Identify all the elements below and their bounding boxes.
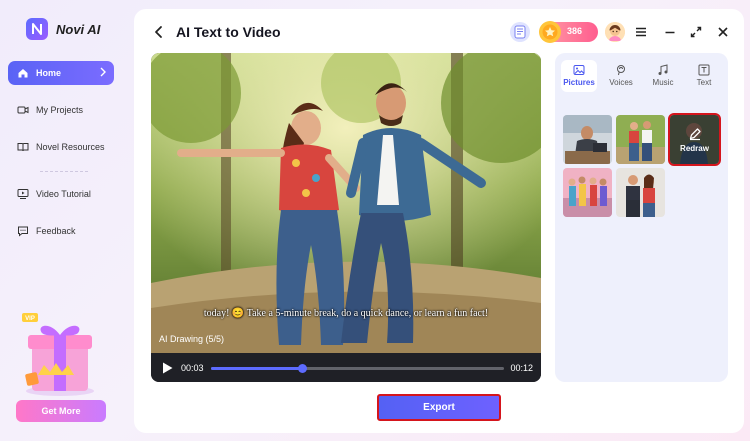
voice-icon	[617, 65, 625, 76]
tab-label: Voices	[609, 78, 633, 87]
video-folder-icon	[17, 106, 29, 114]
sidebar-item-novel-resources[interactable]: Novel Resources	[8, 135, 114, 159]
sidebar-item-feedback[interactable]: Feedback	[8, 219, 114, 243]
tab-voices[interactable]: Voices	[603, 60, 639, 92]
sidebar-item-label: Home	[36, 68, 62, 78]
maximize-icon[interactable]	[688, 24, 704, 40]
tab-label: Pictures	[563, 78, 595, 87]
svg-text:VIP: VIP	[25, 316, 35, 322]
minimize-icon[interactable]	[662, 24, 678, 40]
tab-music[interactable]: Music	[645, 60, 681, 92]
redraw-label: Redraw	[680, 143, 709, 153]
thumbnail-3[interactable]: Redraw	[668, 113, 721, 166]
back-arrow-icon[interactable]	[151, 24, 167, 40]
app-logo-icon	[26, 18, 48, 40]
tab-label: Music	[652, 78, 674, 87]
sidebar-item-label: My Projects	[36, 105, 84, 115]
picture-icon	[573, 65, 585, 75]
user-avatar-icon[interactable]	[510, 22, 530, 42]
brand: Novi AI	[26, 18, 100, 40]
sidebar-item-home[interactable]: Home	[8, 61, 114, 85]
pencil-icon	[689, 127, 701, 140]
progress-fill	[211, 367, 302, 370]
current-time: 00:03	[181, 363, 204, 373]
chevron-right-icon	[100, 67, 106, 77]
sidebar-item-my-projects[interactable]: My Projects	[8, 98, 114, 122]
tutorial-icon	[17, 189, 29, 199]
app-name: Novi AI	[56, 21, 101, 37]
gift-box-promo-icon: VIP	[22, 313, 94, 396]
profile-avatar[interactable]	[605, 22, 625, 42]
assets-panel: Pictures Voices Music Text Redraw	[555, 53, 728, 382]
thumbnail-2[interactable]	[616, 115, 665, 164]
tab-pictures[interactable]: Pictures	[561, 60, 597, 92]
tab-text[interactable]: Text	[686, 60, 722, 92]
progress-track[interactable]	[211, 364, 504, 373]
text-icon	[698, 64, 710, 76]
main-panel: AI Text to Video 386 today! 😊 Take a 5-m…	[134, 9, 744, 433]
couple-walking-image	[616, 115, 665, 164]
group-dancing-image	[563, 168, 612, 217]
video-subtitle: today! 😊 Take a 5-minute break, do a qui…	[203, 308, 489, 319]
close-icon[interactable]	[715, 24, 731, 40]
total-time: 00:12	[510, 363, 533, 373]
coin-medal-icon	[539, 21, 561, 43]
book-icon	[17, 143, 29, 152]
coin-count: 386	[567, 26, 583, 36]
sidebar-divider	[40, 171, 88, 172]
menu-icon[interactable]	[633, 24, 649, 40]
sidebar-item-label: Feedback	[36, 226, 76, 236]
get-more-button[interactable]: Get More	[16, 400, 106, 422]
couple-dancing-image	[616, 168, 665, 217]
thumbnail-5[interactable]	[616, 168, 665, 217]
page-title: AI Text to Video	[176, 24, 281, 40]
progress-thumb[interactable]	[297, 364, 307, 373]
play-icon[interactable]	[162, 362, 173, 374]
sidebar: Novi AI Home My Projects Novel Resources…	[0, 0, 128, 441]
music-icon	[658, 64, 668, 75]
video-player[interactable]: today! 😊 Take a 5-minute break, do a qui…	[151, 53, 541, 382]
feedback-icon	[18, 226, 28, 237]
home-icon	[18, 69, 28, 78]
ai-drawing-caption: AI Drawing (5/5)	[159, 334, 225, 344]
sidebar-item-label: Video Tutorial	[36, 189, 91, 199]
redraw-overlay[interactable]: Redraw	[670, 115, 719, 164]
export-button[interactable]: Export	[377, 394, 501, 421]
sidebar-item-label: Novel Resources	[36, 142, 105, 152]
coin-balance-badge[interactable]: 386	[539, 21, 598, 43]
sidebar-item-video-tutorial[interactable]: Video Tutorial	[8, 182, 114, 206]
player-controls: 00:03 00:12	[151, 353, 541, 382]
tab-label: Text	[696, 78, 712, 87]
thumbnail-4[interactable]	[563, 168, 612, 217]
man-at-desk-image	[563, 115, 612, 164]
thumbnail-1[interactable]	[563, 115, 612, 164]
